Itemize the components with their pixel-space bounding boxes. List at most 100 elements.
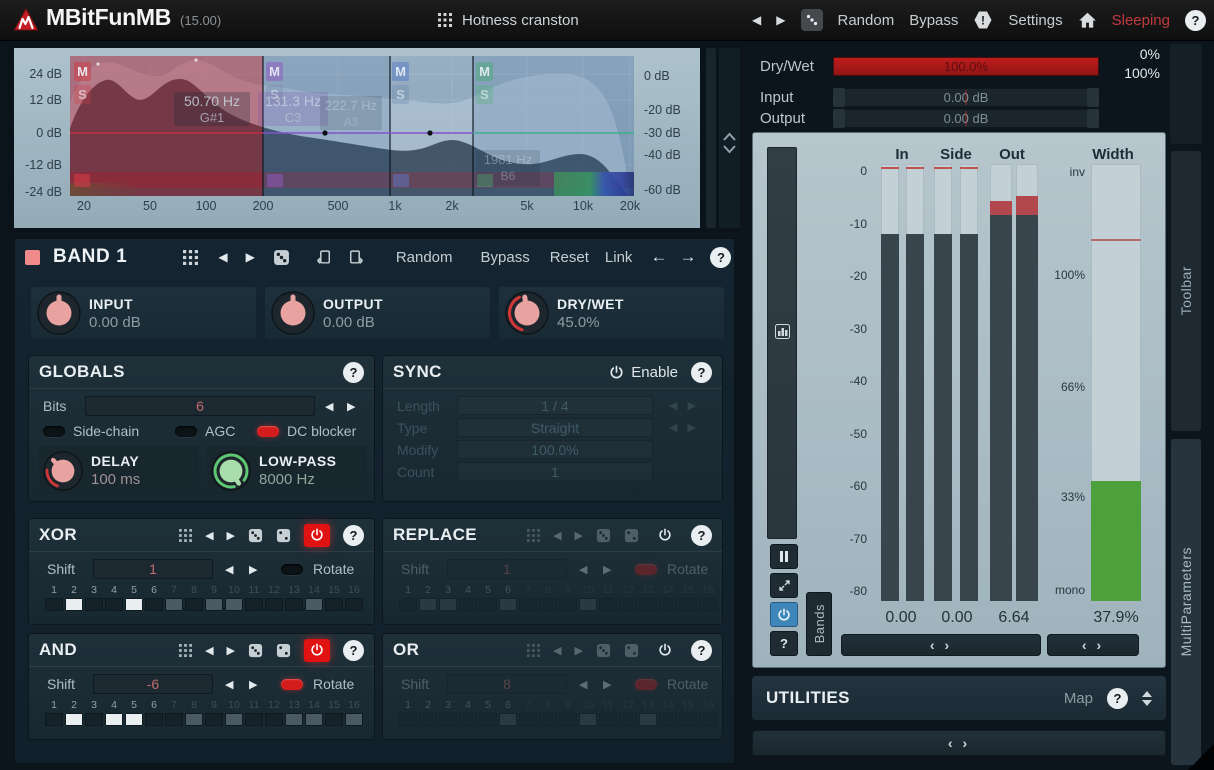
sleeping-status[interactable]: Sleeping [1112, 12, 1170, 29]
repl-shift-dec-button[interactable]: ◀ [579, 563, 587, 576]
sync-enable-button[interactable]: Enable [609, 364, 678, 381]
bit-cell-10[interactable] [225, 598, 243, 611]
band-prev-button[interactable]: ◀ [218, 250, 227, 264]
graph-vertical-scrollbar[interactable] [706, 48, 716, 228]
bit-cell-1[interactable] [45, 713, 63, 726]
and-help-button[interactable]: ? [343, 640, 364, 661]
bit-cell-3[interactable] [439, 713, 457, 726]
bit-cell-11[interactable] [599, 598, 617, 611]
input-knob[interactable] [36, 290, 82, 336]
xor-rotate-pill[interactable] [281, 564, 303, 575]
xor-prev-button[interactable]: ◀ [205, 529, 213, 542]
bit-cell-7[interactable] [519, 598, 537, 611]
home-icon[interactable] [1078, 11, 1097, 30]
or-rotate-pill[interactable] [635, 679, 657, 690]
bit-cell-16[interactable] [345, 713, 363, 726]
xor-dice2-icon[interactable] [276, 528, 291, 543]
xor-shift-slider[interactable]: 1 [93, 559, 213, 579]
xor-bits-grid[interactable]: 12345678910111213141516 [45, 583, 363, 611]
bit-cell-1[interactable] [45, 598, 63, 611]
bit-cell-14[interactable] [305, 598, 323, 611]
sidechain-toggle[interactable]: Side-chain [43, 423, 139, 439]
bit-cell-2[interactable] [65, 598, 83, 611]
settings-button[interactable]: Settings [1008, 12, 1062, 29]
resize-handle[interactable] [1188, 744, 1214, 770]
preset-name[interactable]: Hotness cranston [462, 12, 579, 29]
help-button[interactable]: ? [1185, 10, 1206, 31]
bit-cell-1[interactable] [399, 713, 417, 726]
agc-toggle[interactable]: AGC [175, 423, 235, 439]
sidechain-pill[interactable] [43, 426, 65, 437]
replace-bits-grid[interactable]: 12345678910111213141516 [399, 583, 717, 611]
band-random-button[interactable]: Random [396, 249, 453, 266]
and-prev-button[interactable]: ◀ [205, 644, 213, 657]
meter-power-button[interactable] [770, 602, 798, 627]
bit-cell-11[interactable] [245, 713, 263, 726]
and-shift-slider[interactable]: -6 [93, 674, 213, 694]
global-drywet-slider[interactable]: 100.0% [833, 57, 1099, 76]
or-shift-slider[interactable]: 8 [447, 674, 567, 694]
sync-modify-row[interactable]: Modify 100.0% [383, 440, 722, 460]
bit-cell-13[interactable] [639, 598, 657, 611]
agc-pill[interactable] [175, 426, 197, 437]
bits-increase-button[interactable]: ▶ [347, 400, 355, 413]
output-knob[interactable] [270, 290, 316, 336]
bit-cell-12[interactable] [265, 713, 283, 726]
xor-help-button[interactable]: ? [343, 525, 364, 546]
global-output-slider[interactable]: 0.00 dB [833, 109, 1099, 128]
bit-cell-14[interactable] [659, 713, 677, 726]
random-button[interactable]: Random [838, 12, 895, 29]
band-help-button[interactable]: ? [710, 247, 731, 268]
bit-cell-3[interactable] [439, 598, 457, 611]
band-link-button[interactable]: Link [605, 249, 633, 266]
band-next-button[interactable]: ▶ [246, 250, 255, 264]
bit-cell-3[interactable] [85, 713, 103, 726]
tab-bands[interactable]: Bands [806, 592, 832, 656]
width-h-scrollbar[interactable]: ‹ › [1047, 634, 1139, 656]
and-dice-icon[interactable] [248, 643, 263, 658]
utilities-expand-control[interactable] [1142, 691, 1152, 706]
and-presets-grid-icon[interactable] [179, 644, 192, 657]
repl-dice2-icon[interactable] [624, 528, 639, 543]
band-presets-grid-icon[interactable] [183, 250, 198, 265]
or-dice2-icon[interactable] [624, 643, 639, 658]
alert-hexagon-icon[interactable]: ! [973, 10, 993, 30]
or-next-button[interactable]: ▶ [575, 644, 583, 657]
xor-next-button[interactable]: ▶ [227, 529, 235, 542]
meter-zoom-slider[interactable] [767, 147, 797, 539]
band-bypass-button[interactable]: Bypass [481, 249, 530, 266]
next-preset-button[interactable]: ▶ [776, 13, 785, 27]
paste-settings-icon[interactable] [347, 249, 364, 266]
or-shift-dec-button[interactable]: ◀ [579, 678, 587, 691]
band-dice-icon[interactable] [273, 249, 290, 266]
bit-cell-6[interactable] [499, 598, 517, 611]
preset-selector[interactable]: Hotness cranston [438, 0, 579, 40]
bit-cell-5[interactable] [125, 713, 143, 726]
bit-cell-2[interactable] [65, 713, 83, 726]
bit-cell-5[interactable] [125, 598, 143, 611]
dc-blocker-pill[interactable] [257, 426, 279, 437]
utilities-bar[interactable]: UTILITIES Map ? [752, 676, 1166, 720]
and-shift-inc-button[interactable]: ▶ [249, 678, 257, 691]
graph-collapse-icon[interactable] [721, 130, 738, 156]
bit-cell-4[interactable] [459, 713, 477, 726]
xor-shift-dec-button[interactable]: ◀ [225, 563, 233, 576]
and-power-button[interactable] [304, 639, 330, 662]
globals-help-button[interactable]: ? [343, 362, 364, 383]
repl-shift-inc-button[interactable]: ▶ [603, 563, 611, 576]
bit-cell-7[interactable] [165, 713, 183, 726]
dc-blocker-toggle[interactable]: DC blocker [257, 423, 356, 439]
or-presets-grid-icon[interactable] [527, 644, 540, 657]
bit-cell-12[interactable] [619, 598, 637, 611]
and-dice2-icon[interactable] [276, 643, 291, 658]
sync-help-button[interactable]: ? [691, 362, 712, 383]
bit-cell-13[interactable] [285, 713, 303, 726]
meter-h-scrollbar[interactable]: ‹ › [841, 634, 1041, 656]
meter-help-button[interactable]: ? [770, 631, 798, 656]
bit-cell-6[interactable] [145, 713, 163, 726]
bit-cell-9[interactable] [559, 713, 577, 726]
bit-cell-11[interactable] [599, 713, 617, 726]
and-bits-grid[interactable]: 12345678910111213141516 [45, 698, 363, 726]
lowpass-knob[interactable] [210, 450, 252, 492]
redo-icon[interactable]: → [679, 247, 696, 267]
